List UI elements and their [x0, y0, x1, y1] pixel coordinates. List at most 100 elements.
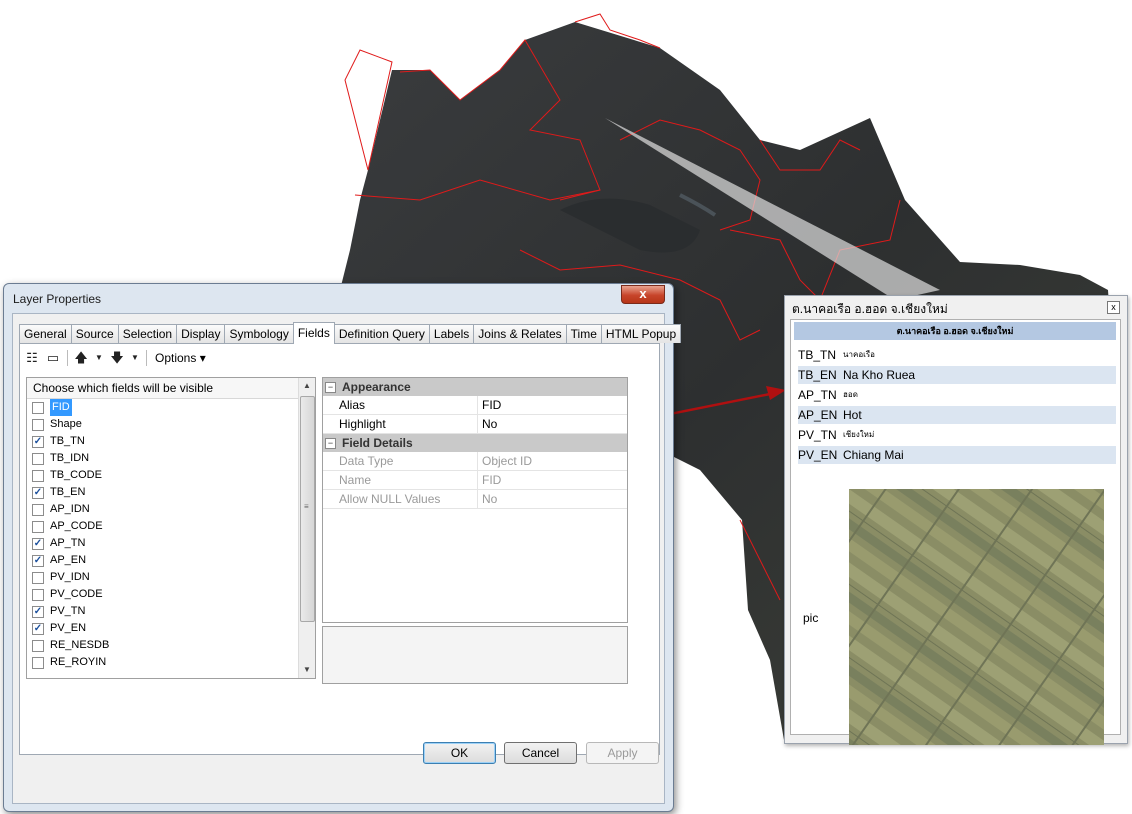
- tab-joins-relates[interactable]: Joins & Relates: [473, 324, 567, 343]
- tab-labels[interactable]: Labels: [428, 324, 475, 343]
- field-name: FID: [50, 399, 72, 416]
- tab-html-popup[interactable]: HTML Popup: [600, 324, 682, 343]
- field-list-item[interactable]: AP_IDN: [27, 501, 315, 518]
- attr-value: Hot: [843, 408, 862, 422]
- tab-source[interactable]: Source: [70, 324, 119, 343]
- tab-time[interactable]: Time: [565, 324, 602, 343]
- tab-definition-query[interactable]: Definition Query: [333, 324, 430, 343]
- attr-value: Chiang Mai: [843, 448, 904, 462]
- alias-row[interactable]: Alias FID: [323, 396, 627, 415]
- popup-row-ap-en: AP_EN Hot: [798, 406, 1116, 424]
- field-name: AP_CODE: [50, 520, 103, 532]
- field-name: AP_EN: [50, 554, 87, 566]
- field-visibility-checkbox[interactable]: [32, 656, 44, 669]
- attr-value: Na Kho Ruea: [843, 368, 916, 382]
- field-list-item[interactable]: Shape: [27, 416, 315, 433]
- tab-fields[interactable]: Fields: [292, 322, 335, 344]
- field-list-item[interactable]: RE_ROYIN: [27, 654, 315, 671]
- attr-value: เชียงใหม่: [843, 430, 875, 439]
- attr-key: PV_EN: [798, 448, 838, 462]
- field-name: PV_TN: [50, 605, 86, 617]
- name-row: Name FID: [323, 471, 627, 490]
- field-visibility-checkbox[interactable]: ✓: [32, 622, 44, 635]
- field-list-item[interactable]: ✓ PV_EN: [27, 620, 315, 637]
- field-list-scrollbar[interactable]: ▲ ≡ ▼: [298, 378, 315, 678]
- popup-row-tb-tn: TB_TN นาคอเรือ: [798, 346, 1116, 364]
- field-visibility-checkbox[interactable]: ✓: [32, 554, 44, 567]
- tab-display[interactable]: Display: [176, 324, 226, 343]
- scroll-down-arrow-icon[interactable]: ▼: [299, 662, 315, 678]
- field-details-category[interactable]: − Field Details: [323, 434, 627, 452]
- field-visibility-checkbox[interactable]: [32, 639, 44, 652]
- dropdown-caret-icon[interactable]: ▼: [131, 351, 139, 365]
- field-name: TB_TN: [50, 435, 85, 447]
- options-menu-button[interactable]: Options ▾: [153, 351, 206, 365]
- field-list-item[interactable]: ✓ AP_EN: [27, 552, 315, 569]
- field-list-item[interactable]: PV_CODE: [27, 586, 315, 603]
- field-visibility-checkbox[interactable]: [32, 469, 44, 482]
- attr-key: PV_TN: [798, 428, 837, 442]
- field-visibility-checkbox[interactable]: [32, 571, 44, 584]
- appearance-label: Appearance: [342, 380, 411, 394]
- field-visibility-checkbox[interactable]: ✓: [32, 605, 44, 618]
- field-visibility-checkbox[interactable]: [32, 503, 44, 516]
- field-visibility-checkbox[interactable]: ✓: [32, 537, 44, 550]
- tab-symbology[interactable]: Symbology: [224, 324, 294, 343]
- apply-button[interactable]: Apply: [586, 742, 659, 764]
- name-key: Name: [323, 471, 478, 489]
- list-view-icon[interactable]: ☷: [25, 351, 39, 365]
- field-list-item[interactable]: FID: [27, 399, 315, 416]
- field-name: AP_IDN: [50, 503, 90, 515]
- tab-general[interactable]: General: [19, 324, 72, 343]
- field-name: RE_ROYIN: [50, 656, 107, 668]
- field-visibility-checkbox[interactable]: [32, 452, 44, 465]
- field-name: TB_IDN: [50, 452, 90, 464]
- alias-value[interactable]: FID: [478, 396, 501, 414]
- attr-value: ฮอด: [843, 390, 858, 399]
- toolbar-separator: [146, 350, 147, 366]
- ok-button[interactable]: OK: [423, 742, 496, 764]
- dialog-close-button[interactable]: x: [621, 285, 665, 304]
- field-list-item[interactable]: RE_NESDB: [27, 637, 315, 654]
- collapse-icon[interactable]: −: [325, 437, 336, 449]
- popup-close-button[interactable]: x: [1107, 301, 1120, 314]
- tab-strip: General Source Selection Display Symbolo…: [19, 322, 682, 344]
- field-list-item[interactable]: TB_IDN: [27, 450, 315, 467]
- field-list-item[interactable]: AP_CODE: [27, 518, 315, 535]
- dropdown-caret-icon[interactable]: ▼: [95, 351, 103, 365]
- popup-row-pv-tn: PV_TN เชียงใหม่: [798, 426, 1116, 444]
- attr-key: AP_EN: [798, 408, 838, 422]
- appearance-category[interactable]: − Appearance: [323, 378, 627, 396]
- field-list-item[interactable]: ✓ AP_TN: [27, 535, 315, 552]
- field-list-item[interactable]: ✓ PV_TN: [27, 603, 315, 620]
- cancel-button[interactable]: Cancel: [504, 742, 577, 764]
- dialog-title: Layer Properties: [13, 292, 102, 306]
- grid-view-icon[interactable]: ▭: [46, 351, 60, 365]
- scrollbar-thumb[interactable]: ≡: [300, 396, 315, 622]
- field-visibility-checkbox[interactable]: [32, 418, 44, 431]
- highlight-row[interactable]: Highlight No: [323, 415, 627, 434]
- field-visibility-checkbox[interactable]: ✓: [32, 486, 44, 499]
- field-visibility-checkbox[interactable]: [32, 401, 44, 414]
- tab-selection[interactable]: Selection: [117, 324, 178, 343]
- field-list-item[interactable]: ✓ TB_EN: [27, 484, 315, 501]
- field-name: PV_EN: [50, 622, 87, 634]
- field-list-item[interactable]: PV_IDN: [27, 569, 315, 586]
- attr-key: AP_TN: [798, 388, 837, 402]
- field-visibility-checkbox[interactable]: [32, 520, 44, 533]
- popup-body: ต.นาคอเรือ อ.ฮอด จ.เชียงใหม่ TB_TN นาคอเร…: [790, 319, 1121, 745]
- toolbar-separator: [67, 350, 68, 366]
- field-visibility-checkbox[interactable]: [32, 588, 44, 601]
- collapse-icon[interactable]: −: [325, 381, 336, 393]
- move-up-arrow-icon[interactable]: 🡅: [74, 351, 88, 365]
- popup-row-ap-tn: AP_TN ฮอด: [798, 386, 1116, 404]
- attr-key: TB_EN: [798, 368, 837, 382]
- highlight-value[interactable]: No: [478, 415, 497, 433]
- move-down-arrow-icon[interactable]: 🡇: [110, 351, 124, 365]
- field-list-item[interactable]: TB_CODE: [27, 467, 315, 484]
- field-list-header: Choose which fields will be visible: [27, 378, 315, 399]
- field-list-item[interactable]: ✓ TB_TN: [27, 433, 315, 450]
- highlight-key: Highlight: [323, 415, 478, 433]
- scroll-up-arrow-icon[interactable]: ▲: [299, 378, 315, 394]
- field-visibility-checkbox[interactable]: ✓: [32, 435, 44, 448]
